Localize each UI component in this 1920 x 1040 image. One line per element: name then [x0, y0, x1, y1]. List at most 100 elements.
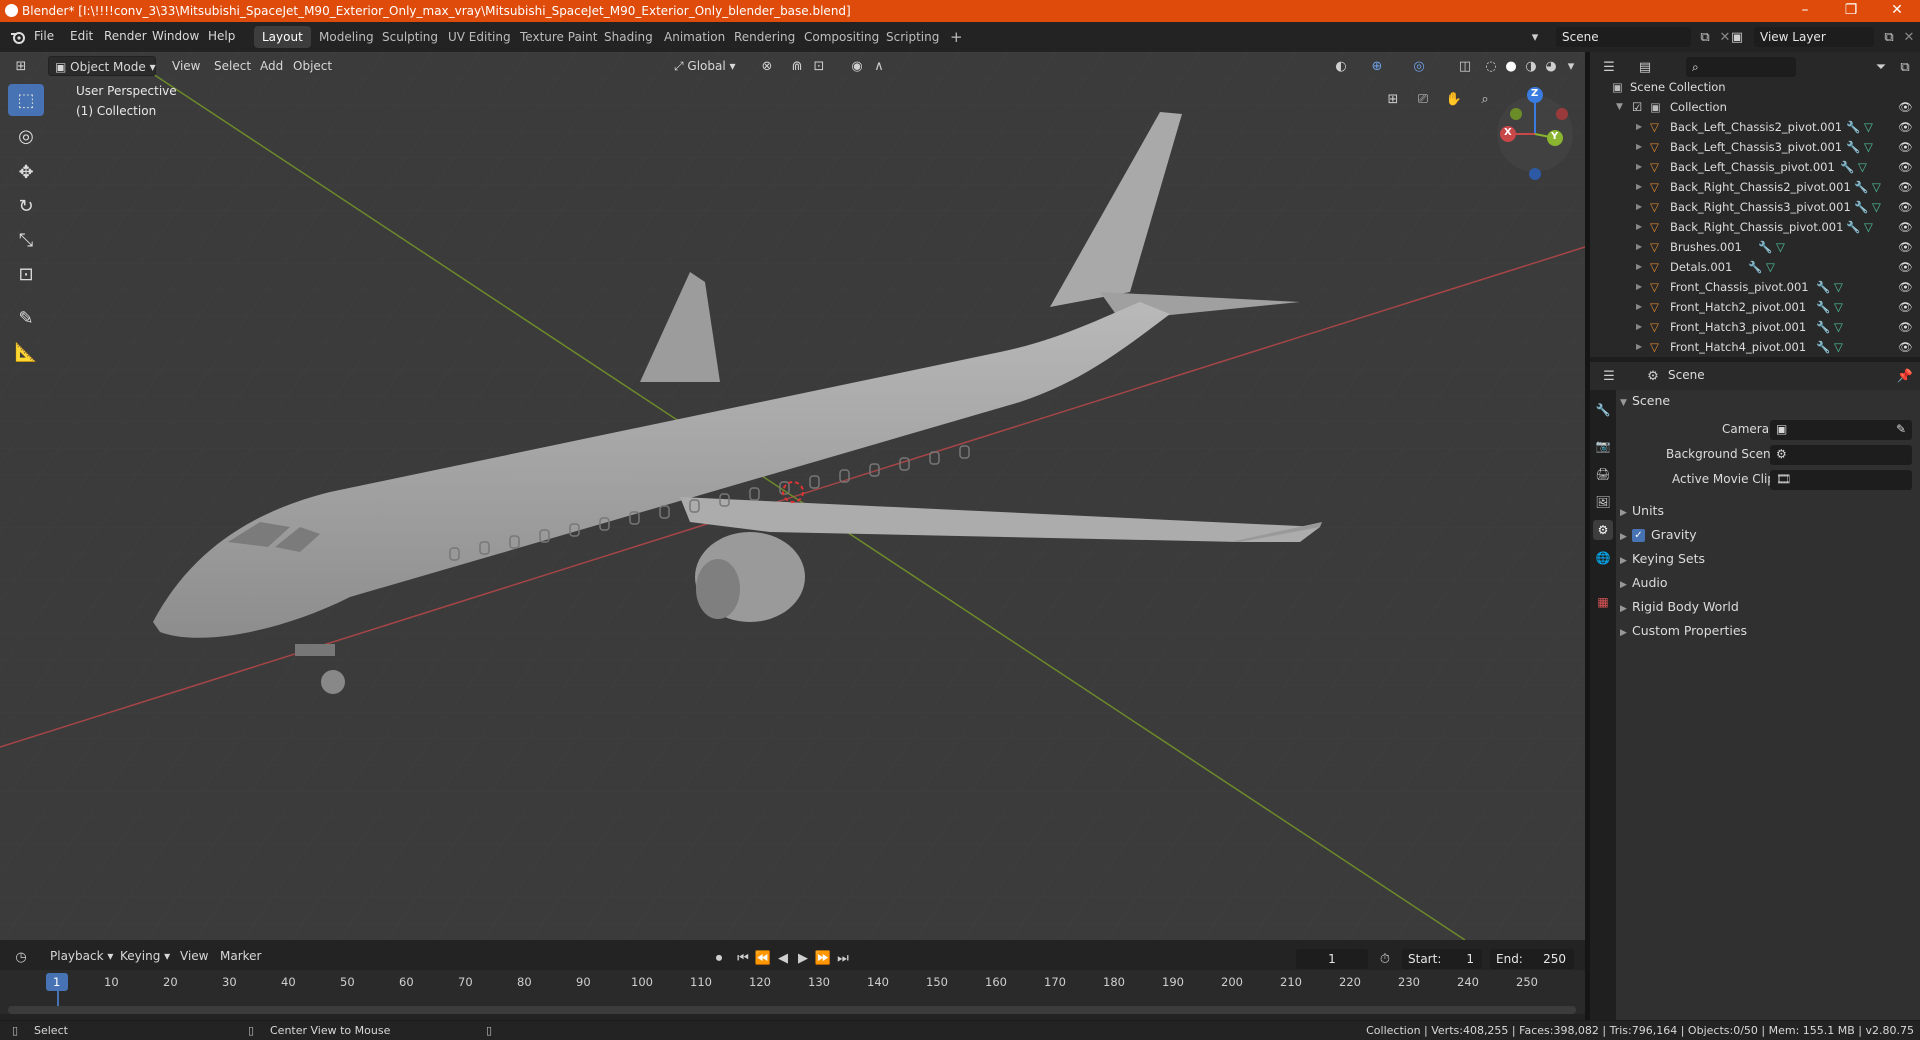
end-frame-field[interactable]: End: 250	[1490, 949, 1574, 969]
eye-icon[interactable]: 👁	[1898, 217, 1913, 237]
expand-arrow-icon[interactable]: ▶	[1636, 157, 1642, 177]
menu-help[interactable]: Help	[208, 29, 235, 43]
zoom-icon[interactable]: ⌕	[1474, 88, 1496, 110]
gravity-checkbox[interactable]: ✓	[1632, 529, 1645, 542]
tab-output-icon[interactable]: 🖨	[1593, 464, 1613, 484]
menu-render[interactable]: Render	[104, 29, 147, 43]
gizmo-x-label[interactable]: X	[1504, 127, 1512, 138]
expand-arrow-icon[interactable]: ▶	[1636, 217, 1642, 237]
snap-target-icon[interactable]: ⊡	[808, 55, 830, 77]
pivot-point-icon[interactable]: ⊗	[756, 55, 778, 77]
mode-selector[interactable]: ▣ Object Mode ▾	[48, 56, 156, 76]
proportional-editing-icon[interactable]: ◉	[846, 55, 868, 77]
timeline-menu-view[interactable]: View	[174, 946, 214, 966]
outliner-item[interactable]: ▶ ▽ Front_Hatch3_pivot.001 🔧 ▽ 👁	[1590, 317, 1920, 337]
snap-toggle-icon[interactable]: ⋒	[786, 55, 808, 77]
record-icon[interactable]: ⏺	[708, 947, 730, 969]
timeline-scrollbar[interactable]	[8, 1006, 1576, 1014]
menu-file[interactable]: File	[34, 29, 54, 43]
new-view-layer-icon[interactable]: ⧉	[1878, 26, 1900, 48]
expand-arrow-icon[interactable]: ▶	[1636, 197, 1642, 217]
units-panel-header[interactable]: ▶ Units	[1620, 500, 1916, 522]
eye-icon[interactable]: 👁	[1898, 157, 1913, 177]
blender-menu-icon[interactable]	[6, 26, 28, 48]
eye-icon[interactable]: 👁	[1898, 337, 1913, 357]
menu-select[interactable]: Select	[208, 56, 257, 76]
outliner-item[interactable]: ▶ ▽ Detals.001 🔧 ▽ 👁	[1590, 257, 1920, 277]
timeline-editor-type-icon[interactable]: ◷	[10, 946, 32, 968]
expand-arrow-icon[interactable]: ▶	[1636, 257, 1642, 277]
scale-tool-icon[interactable]: ⤡	[8, 224, 44, 256]
tab-animation[interactable]: Animation	[656, 26, 733, 48]
shading-options-icon[interactable]: ▾	[1560, 55, 1582, 77]
outliner-item[interactable]: ▶ ▽ Front_Hatch2_pivot.001 🔧 ▽ 👁	[1590, 297, 1920, 317]
keying-sets-panel-header[interactable]: ▶ Keying Sets	[1620, 548, 1916, 570]
annotate-tool-icon[interactable]: ✎	[8, 302, 44, 334]
3d-viewport[interactable]	[0, 52, 1585, 940]
eye-icon[interactable]: 👁	[1898, 97, 1913, 117]
editor-type-icon[interactable]: ⊞	[10, 55, 32, 77]
gizmo-toggle-icon[interactable]: ⊕	[1366, 55, 1388, 77]
viewport-canvas[interactable]	[0, 52, 1585, 940]
outliner-scene-collection[interactable]: ▣ Scene Collection	[1590, 77, 1920, 97]
tab-tool-icon[interactable]: 🔧	[1593, 400, 1613, 420]
outliner-item[interactable]: ▶ ▽ Front_Chassis_pivot.001 🔧 ▽ 👁	[1590, 277, 1920, 297]
play-reverse-icon[interactable]: ◀	[772, 947, 794, 969]
tab-texture-icon[interactable]: ▦	[1593, 592, 1613, 612]
minimize-button[interactable]: –	[1782, 0, 1828, 22]
eye-icon[interactable]: 👁	[1898, 197, 1913, 217]
properties-editor-type-icon[interactable]: ☰	[1598, 365, 1620, 387]
prev-keyframe-icon[interactable]: ⏪	[752, 947, 774, 969]
rigid-body-world-panel-header[interactable]: ▶ Rigid Body World	[1620, 596, 1916, 618]
menu-add[interactable]: Add	[254, 56, 289, 76]
wireframe-shading-icon[interactable]: ◌	[1480, 55, 1502, 77]
audio-panel-header[interactable]: ▶ Audio	[1620, 572, 1916, 594]
outliner-search-input[interactable]: ⌕	[1686, 57, 1796, 77]
selectability-visibility-icon[interactable]: ◐	[1330, 55, 1352, 77]
transform-tool-icon[interactable]: ⊡	[8, 258, 44, 290]
scene-field[interactable]: Scene	[1556, 27, 1691, 47]
expand-arrow-icon[interactable]: ▶	[1636, 317, 1642, 337]
pin-icon[interactable]: 📌	[1894, 365, 1916, 387]
outliner-editor-type-icon[interactable]: ☰	[1598, 56, 1620, 78]
timeline-menu-keying[interactable]: Keying ▾	[114, 946, 176, 966]
jump-end-icon[interactable]: ⏭	[832, 947, 854, 969]
play-icon[interactable]: ▶	[792, 947, 814, 969]
filter-icon[interactable]: ⏷	[1870, 56, 1892, 78]
transform-orientation-selector[interactable]: ⤢ Global ▾	[668, 56, 746, 76]
jump-start-icon[interactable]: ⏮	[732, 947, 754, 969]
eye-icon[interactable]: 👁	[1898, 297, 1913, 317]
tab-rendering[interactable]: Rendering	[726, 26, 803, 48]
eye-icon[interactable]: 👁	[1898, 137, 1913, 157]
stopwatch-icon[interactable]: ⏱	[1374, 948, 1396, 970]
start-frame-field[interactable]: Start: 1	[1402, 949, 1482, 969]
current-frame-field[interactable]: 1	[1296, 949, 1368, 969]
new-scene-icon[interactable]: ⧉	[1694, 26, 1716, 48]
expand-arrow-icon[interactable]: ▶	[1636, 297, 1642, 317]
pan-hand-icon[interactable]: ✋	[1443, 88, 1465, 110]
select-box-tool-icon[interactable]: ⬚	[8, 84, 44, 116]
eyedropper-icon[interactable]: ✎	[1896, 422, 1906, 436]
eye-icon[interactable]: 👁	[1898, 237, 1913, 257]
outliner-item[interactable]: ▶ ▽ Brushes.001 🔧 ▽ 👁	[1590, 237, 1920, 257]
expand-arrow-icon[interactable]: ▶	[1636, 177, 1642, 197]
menu-view[interactable]: View	[166, 56, 206, 76]
custom-properties-panel-header[interactable]: ▶ Custom Properties	[1620, 620, 1916, 642]
eye-icon[interactable]: 👁	[1898, 277, 1913, 297]
scene-panel-header[interactable]: ▼ Scene	[1620, 390, 1916, 412]
display-mode-icon[interactable]: ▤	[1634, 56, 1656, 78]
timeline-menu-marker[interactable]: Marker	[214, 946, 267, 966]
move-tool-icon[interactable]: ✥	[8, 156, 44, 188]
eye-icon[interactable]: 👁	[1898, 117, 1913, 137]
outliner-item[interactable]: ▶ ▽ Back_Left_Chassis_pivot.001 🔧 ▽ 👁	[1590, 157, 1920, 177]
cursor-tool-icon[interactable]: ◎	[8, 120, 44, 152]
gizmo-z-label[interactable]: Z	[1531, 88, 1538, 99]
menu-window[interactable]: Window	[152, 29, 199, 43]
measure-tool-icon[interactable]: 📐	[8, 336, 44, 368]
tab-compositing[interactable]: Compositing	[796, 26, 887, 48]
outliner-item[interactable]: ▶ ▽ Front_Hatch4_pivot.001 🔧 ▽ 👁	[1590, 337, 1920, 357]
tab-texture-paint[interactable]: Texture Paint	[512, 26, 605, 48]
camera-icon[interactable]: ⎚	[1412, 88, 1434, 110]
view-layer-selector-icon[interactable]: ▣	[1726, 26, 1748, 48]
menu-edit[interactable]: Edit	[70, 29, 93, 43]
